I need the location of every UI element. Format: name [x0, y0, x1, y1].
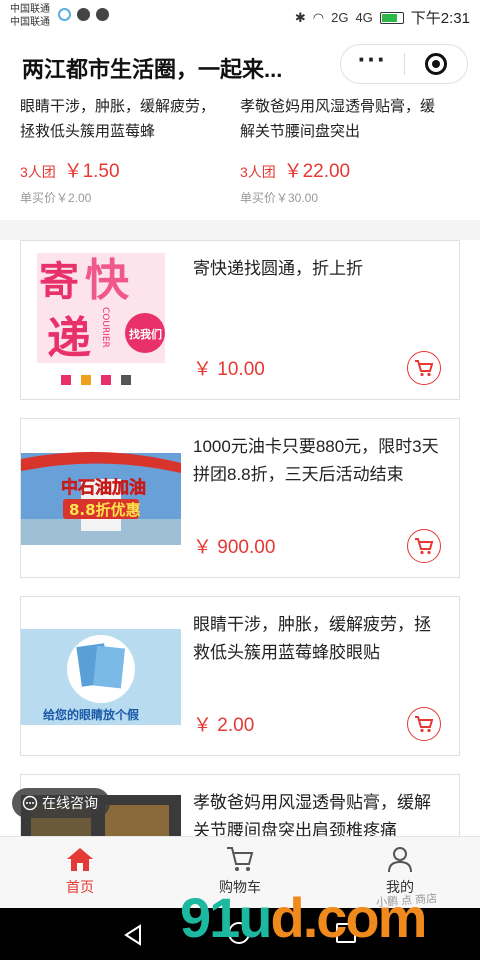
target-icon [424, 53, 447, 75]
carrier-info: 中国联通 中国联通 [10, 3, 50, 29]
content-scroll[interactable]: 眼睛干涉，肿胀，缓解疲劳，拯救低头簇用蓝莓蜂 3人团 ￥1.50 单买价￥2.0… [0, 94, 480, 836]
close-miniprogram-button[interactable] [405, 53, 468, 75]
message-icon [96, 8, 109, 21]
grid-item[interactable]: 孝敬爸妈用风湿透骨贴膏，缓解关节腰间盘突出 3人团 ￥22.00 单买价￥30.… [240, 94, 460, 220]
group-price: ￥1.50 [63, 161, 120, 182]
eye-caption: 给您的眼睛放个假 [43, 707, 140, 722]
carrier-2: 中国联通 [10, 17, 50, 28]
wechat-icon [77, 8, 90, 21]
title-bar: 两江都市生活圈，一起来... ··· [0, 34, 480, 94]
grid-item-price: 3人团 ￥22.00 [240, 156, 440, 183]
user-icon [388, 847, 412, 873]
product-price: ￥ 2.00 [193, 715, 255, 736]
courier-char-1: 寄 [39, 259, 79, 305]
sync-icon [58, 8, 71, 21]
online-consult-label: 在线咨询 [42, 795, 98, 811]
product-title: 孝敬爸妈用风湿透骨贴膏，缓解关节腰间盘突出肩颈椎疼痛 [193, 793, 431, 836]
carrier-1: 中国联通 [10, 4, 50, 15]
watermark-part-a: 91u [180, 886, 272, 949]
single-price: 单买价￥30.00 [240, 191, 319, 205]
courier-char-3: 递 [47, 313, 91, 364]
group-price: ￥22.00 [283, 161, 351, 182]
cart-icon [415, 360, 434, 377]
chat-bubble-icon [22, 795, 38, 811]
product-image-courier: 寄 快 递 COURIER 找我们 [21, 241, 181, 399]
product-card[interactable]: 给您的眼睛放个假 眼睛干涉，肿胀，缓解疲劳，拯救低头簇用蓝莓蜂胶眼贴 ￥ 2.0… [20, 596, 460, 756]
cart-icon [227, 847, 254, 871]
miniprogram-capsule: ··· [340, 44, 468, 84]
clock: 下午2:31 [410, 10, 470, 27]
signal-4g-icon: 4G [355, 10, 373, 25]
product-image-gas: 中石油加油 8.8折优惠 [21, 419, 181, 577]
grid-item-price: 3人团 ￥1.50 [20, 156, 220, 183]
online-consult-button[interactable]: 在线咨询 [12, 788, 110, 818]
product-image-eye: 给您的眼睛放个假 [21, 597, 181, 755]
section-gap [0, 220, 480, 240]
product-title: 寄快递找圆通，折上折 [193, 259, 363, 278]
notification-icons [58, 8, 109, 21]
cart-icon [415, 716, 434, 733]
wifi-icon: ◠ [312, 9, 325, 25]
gas-sign: 中石油加油 [61, 477, 146, 498]
signal-2g-icon: 2G [331, 10, 349, 25]
add-to-cart-button[interactable] [407, 351, 441, 385]
product-price: ￥ 900.00 [193, 537, 276, 558]
grid-item-title: 眼睛干涉，肿胀，缓解疲劳，拯救低头簇用蓝莓蜂 [20, 98, 216, 140]
add-to-cart-button[interactable] [407, 529, 441, 563]
courier-seal: 找我们 [129, 327, 162, 341]
product-card[interactable]: 寄 快 递 COURIER 找我们 寄快递找圆通，折上折 ￥ 10.00 [20, 240, 460, 400]
tab-home-label: 首页 [66, 879, 94, 895]
gas-sub: 8.8折优惠 [69, 501, 141, 519]
group-size: 3人团 [240, 164, 276, 180]
more-menu-button[interactable]: ··· [341, 46, 404, 78]
single-price: 单买价￥2.00 [20, 191, 92, 205]
add-to-cart-button[interactable] [407, 707, 441, 741]
courier-char-2: 快 [85, 255, 130, 306]
page-title: 两江都市生活圈，一起来... [22, 57, 283, 82]
group-size: 3人团 [20, 164, 56, 180]
grid-item[interactable]: 眼睛干涉，肿胀，缓解疲劳，拯救低头簇用蓝莓蜂 3人团 ￥1.50 单买价￥2.0… [20, 94, 240, 220]
product-title: 1000元油卡只要880元，限时3天拼团8.8折，三天后活动结束 [193, 437, 439, 484]
grid-item-title: 孝敬爸妈用风湿透骨贴膏，缓解关节腰间盘突出 [240, 98, 436, 140]
battery-icon [379, 11, 404, 24]
status-bar: 中国联通 中国联通 ✱ ◠ 2G 4G 下午2:31 [0, 0, 480, 34]
product-title: 眼睛干涉，肿胀，缓解疲劳，拯救低头簇用蓝莓蜂胶眼贴 [193, 615, 431, 662]
product-list: 寄 快 递 COURIER 找我们 寄快递找圆通，折上折 ￥ 10.00 中石油… [0, 240, 480, 836]
home-icon [67, 848, 93, 871]
product-price: ￥ 10.00 [193, 359, 265, 380]
back-icon[interactable] [122, 924, 144, 946]
product-card[interactable]: 中石油加油 8.8折优惠 1000元油卡只要880元，限时3天拼团8.8折，三天… [20, 418, 460, 578]
courier-word: COURIER [100, 307, 110, 348]
status-right: ✱ ◠ 2G 4G 下午2:31 [295, 7, 470, 28]
cart-icon [415, 538, 434, 555]
bluetooth-icon: ✱ [294, 9, 306, 25]
group-buy-grid: 眼睛干涉，肿胀，缓解疲劳，拯救低头簇用蓝莓蜂 3人团 ￥1.50 单买价￥2.0… [0, 94, 480, 220]
tab-home[interactable]: 首页 [0, 837, 160, 908]
